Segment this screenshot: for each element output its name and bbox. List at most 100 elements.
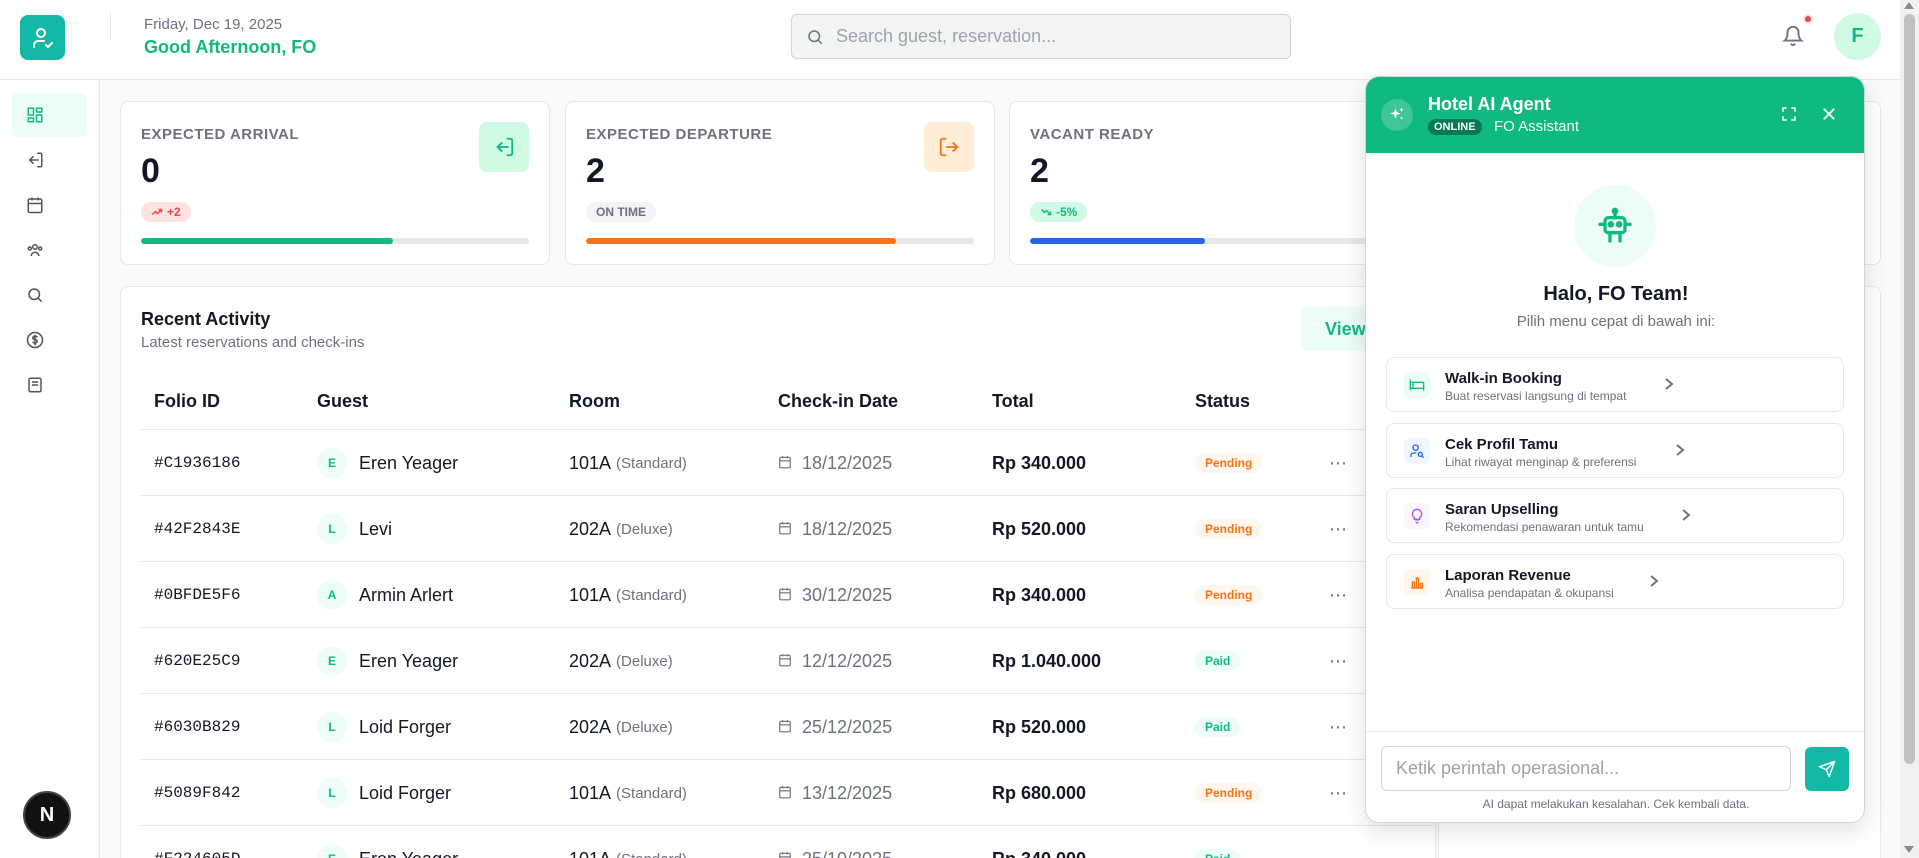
room-type: (Standard) bbox=[616, 586, 687, 604]
search-bar[interactable] bbox=[791, 14, 1291, 59]
trend-up-icon bbox=[151, 208, 163, 216]
check-in-date: 13/12/2025 bbox=[802, 782, 893, 803]
user-avatar[interactable]: F bbox=[1834, 13, 1881, 60]
guest-name: Armin Arlert bbox=[359, 584, 454, 605]
greeting-subtitle: Pilih menu cepat di bawah ini: bbox=[1516, 313, 1716, 330]
status-cell: Pending bbox=[1195, 562, 1263, 628]
column-header[interactable]: Room bbox=[569, 391, 620, 412]
table-row[interactable]: #42F2843E L Levi 202A (Deluxe) 18/12/2025 Rp 5… bbox=[141, 496, 1435, 562]
chat-message-input[interactable] bbox=[1381, 746, 1791, 791]
quick-menu-upselling[interactable]: Saran Upselling Rekomendasi penawaran un… bbox=[1386, 488, 1844, 543]
column-header[interactable]: Check-in Date bbox=[778, 391, 898, 412]
total-amount: Rp 1.040.000 bbox=[992, 650, 1102, 671]
arrival-icon-box bbox=[479, 122, 529, 172]
menu-title: Laporan Revenue bbox=[1445, 567, 1571, 584]
guest-cell: E Eren Yeager bbox=[317, 430, 458, 496]
bar-chart-icon bbox=[1411, 577, 1423, 589]
progress-bar bbox=[141, 238, 529, 244]
bed-icon bbox=[1409, 379, 1425, 391]
table-row[interactable]: #5089F842 L Loid Forger 101A (Standard) 13/12… bbox=[141, 760, 1435, 826]
room-type: (Standard) bbox=[616, 454, 687, 472]
row-actions-button[interactable]: ⋯ bbox=[1329, 628, 1348, 694]
menu-icon-box bbox=[1404, 503, 1430, 529]
table-row[interactable]: #0BFDE5F6 A Armin Arlert 101A (Standard) 30/1… bbox=[141, 562, 1435, 628]
lightbulb-icon bbox=[1411, 508, 1423, 524]
send-button[interactable] bbox=[1805, 747, 1849, 791]
total-amount: Rp 340.000 bbox=[992, 826, 1086, 858]
calendar-icon bbox=[778, 717, 792, 738]
calendar-icon bbox=[778, 453, 792, 474]
column-header[interactable]: Total bbox=[992, 391, 1034, 412]
guest-initial-avatar: E bbox=[317, 844, 347, 858]
column-header[interactable]: Status bbox=[1195, 391, 1250, 412]
status-badge: Pending bbox=[1195, 453, 1263, 473]
table-row[interactable]: #620E25C9 E Eren Yeager 202A (Deluxe) 12/12/2… bbox=[141, 628, 1435, 694]
sidebar-item-billing[interactable] bbox=[12, 318, 87, 362]
sidebar-item-check-in[interactable] bbox=[12, 138, 87, 182]
search-icon bbox=[808, 29, 823, 44]
room-cell: 101A(Standard) bbox=[569, 760, 687, 826]
row-actions-button[interactable]: ⋯ bbox=[1329, 694, 1348, 760]
chevron-right-icon bbox=[1681, 507, 1695, 523]
check-in-date: 18/12/2025 bbox=[802, 518, 893, 539]
stat-label: VACANT READY bbox=[1030, 126, 1155, 143]
chat-header: Hotel AI Agent ONLINE FO Assistant bbox=[1366, 77, 1864, 153]
table-row[interactable]: #6030B829 L Loid Forger 202A (Deluxe) 25/12/2… bbox=[141, 694, 1435, 760]
menu-icon-box bbox=[1404, 372, 1430, 398]
sidebar-item-search[interactable] bbox=[12, 273, 87, 317]
stat-label: EXPECTED ARRIVAL bbox=[141, 126, 300, 143]
sidebar-item-guests[interactable] bbox=[12, 228, 87, 272]
guest-cell: E Eren Yeager bbox=[317, 826, 458, 858]
total-amount: Rp 340.000 bbox=[992, 452, 1087, 473]
column-header[interactable]: Folio ID bbox=[154, 391, 220, 412]
column-header[interactable]: Guest bbox=[317, 391, 368, 412]
quick-menu-revenue-report[interactable]: Laporan Revenue Analisa pendapatan & oku… bbox=[1386, 554, 1844, 609]
room-number: 202A bbox=[569, 716, 612, 737]
guest-cell: L Levi bbox=[317, 496, 392, 562]
table-row[interactable]: #F224605D E Eren Yeager 101A (Standard) 25/10… bbox=[141, 826, 1435, 858]
check-in-date-cell: 18/12/2025 bbox=[778, 496, 892, 562]
dollar-icon bbox=[26, 331, 44, 349]
scroll-thumb[interactable] bbox=[1904, 14, 1915, 764]
page-scrollbar[interactable] bbox=[1900, 0, 1919, 858]
expand-button[interactable] bbox=[1778, 103, 1800, 125]
row-actions-button[interactable]: ⋯ bbox=[1329, 760, 1348, 826]
guest-initial-avatar: L bbox=[317, 778, 347, 808]
scroll-up-arrow[interactable] bbox=[1904, 2, 1914, 9]
row-actions-button[interactable]: ⋯ bbox=[1329, 430, 1348, 496]
check-in-date: 25/10/2025 bbox=[802, 849, 892, 858]
check-out-icon bbox=[939, 137, 959, 157]
room-number: 202A bbox=[569, 650, 612, 671]
scroll-down-arrow[interactable] bbox=[1904, 846, 1914, 853]
folio-id: #0BFDE5F6 bbox=[154, 586, 241, 604]
calendar-icon bbox=[778, 783, 792, 804]
dev-tools-button[interactable]: N bbox=[23, 791, 71, 839]
sidebar-item-calendar[interactable] bbox=[12, 183, 87, 227]
close-button[interactable] bbox=[1818, 103, 1840, 125]
status-badge: Pending bbox=[1195, 783, 1263, 803]
menu-icon-box bbox=[1404, 569, 1430, 595]
menu-description: Rekomendasi penawaran untuk tamu bbox=[1445, 520, 1644, 534]
greeting-title: Halo, FO Team! bbox=[1543, 283, 1689, 305]
section-title: Recent Activity bbox=[141, 309, 271, 329]
search-input[interactable] bbox=[836, 26, 1276, 47]
sidebar-item-dashboard[interactable] bbox=[12, 93, 87, 137]
table-row[interactable]: #C1936186 E Eren Yeager 101A (Standard) 18/12… bbox=[141, 430, 1435, 496]
guest-cell: L Loid Forger bbox=[317, 760, 451, 826]
sidebar-item-reports[interactable] bbox=[12, 363, 87, 407]
app-logo[interactable] bbox=[20, 15, 65, 60]
quick-menu-walk-in[interactable]: Walk-in Booking Buat reservasi langsung … bbox=[1386, 357, 1844, 412]
room-number: 101A bbox=[569, 849, 611, 858]
trend-value: +2 bbox=[167, 205, 181, 219]
total-amount: Rp 680.000 bbox=[992, 782, 1087, 803]
row-actions-button[interactable]: ⋯ bbox=[1329, 826, 1348, 858]
status-badge: Pending bbox=[1195, 585, 1263, 605]
sidebar bbox=[0, 80, 100, 858]
row-actions-button[interactable]: ⋯ bbox=[1329, 496, 1348, 562]
check-in-date: 30/12/2025 bbox=[802, 584, 893, 605]
bell-icon bbox=[1782, 26, 1804, 47]
quick-menu-guest-profile[interactable]: Cek Profil Tamu Lihat riwayat menginap &… bbox=[1386, 423, 1844, 478]
report-icon bbox=[28, 377, 42, 393]
notification-button[interactable] bbox=[1779, 22, 1807, 50]
row-actions-button[interactable]: ⋯ bbox=[1329, 562, 1348, 628]
